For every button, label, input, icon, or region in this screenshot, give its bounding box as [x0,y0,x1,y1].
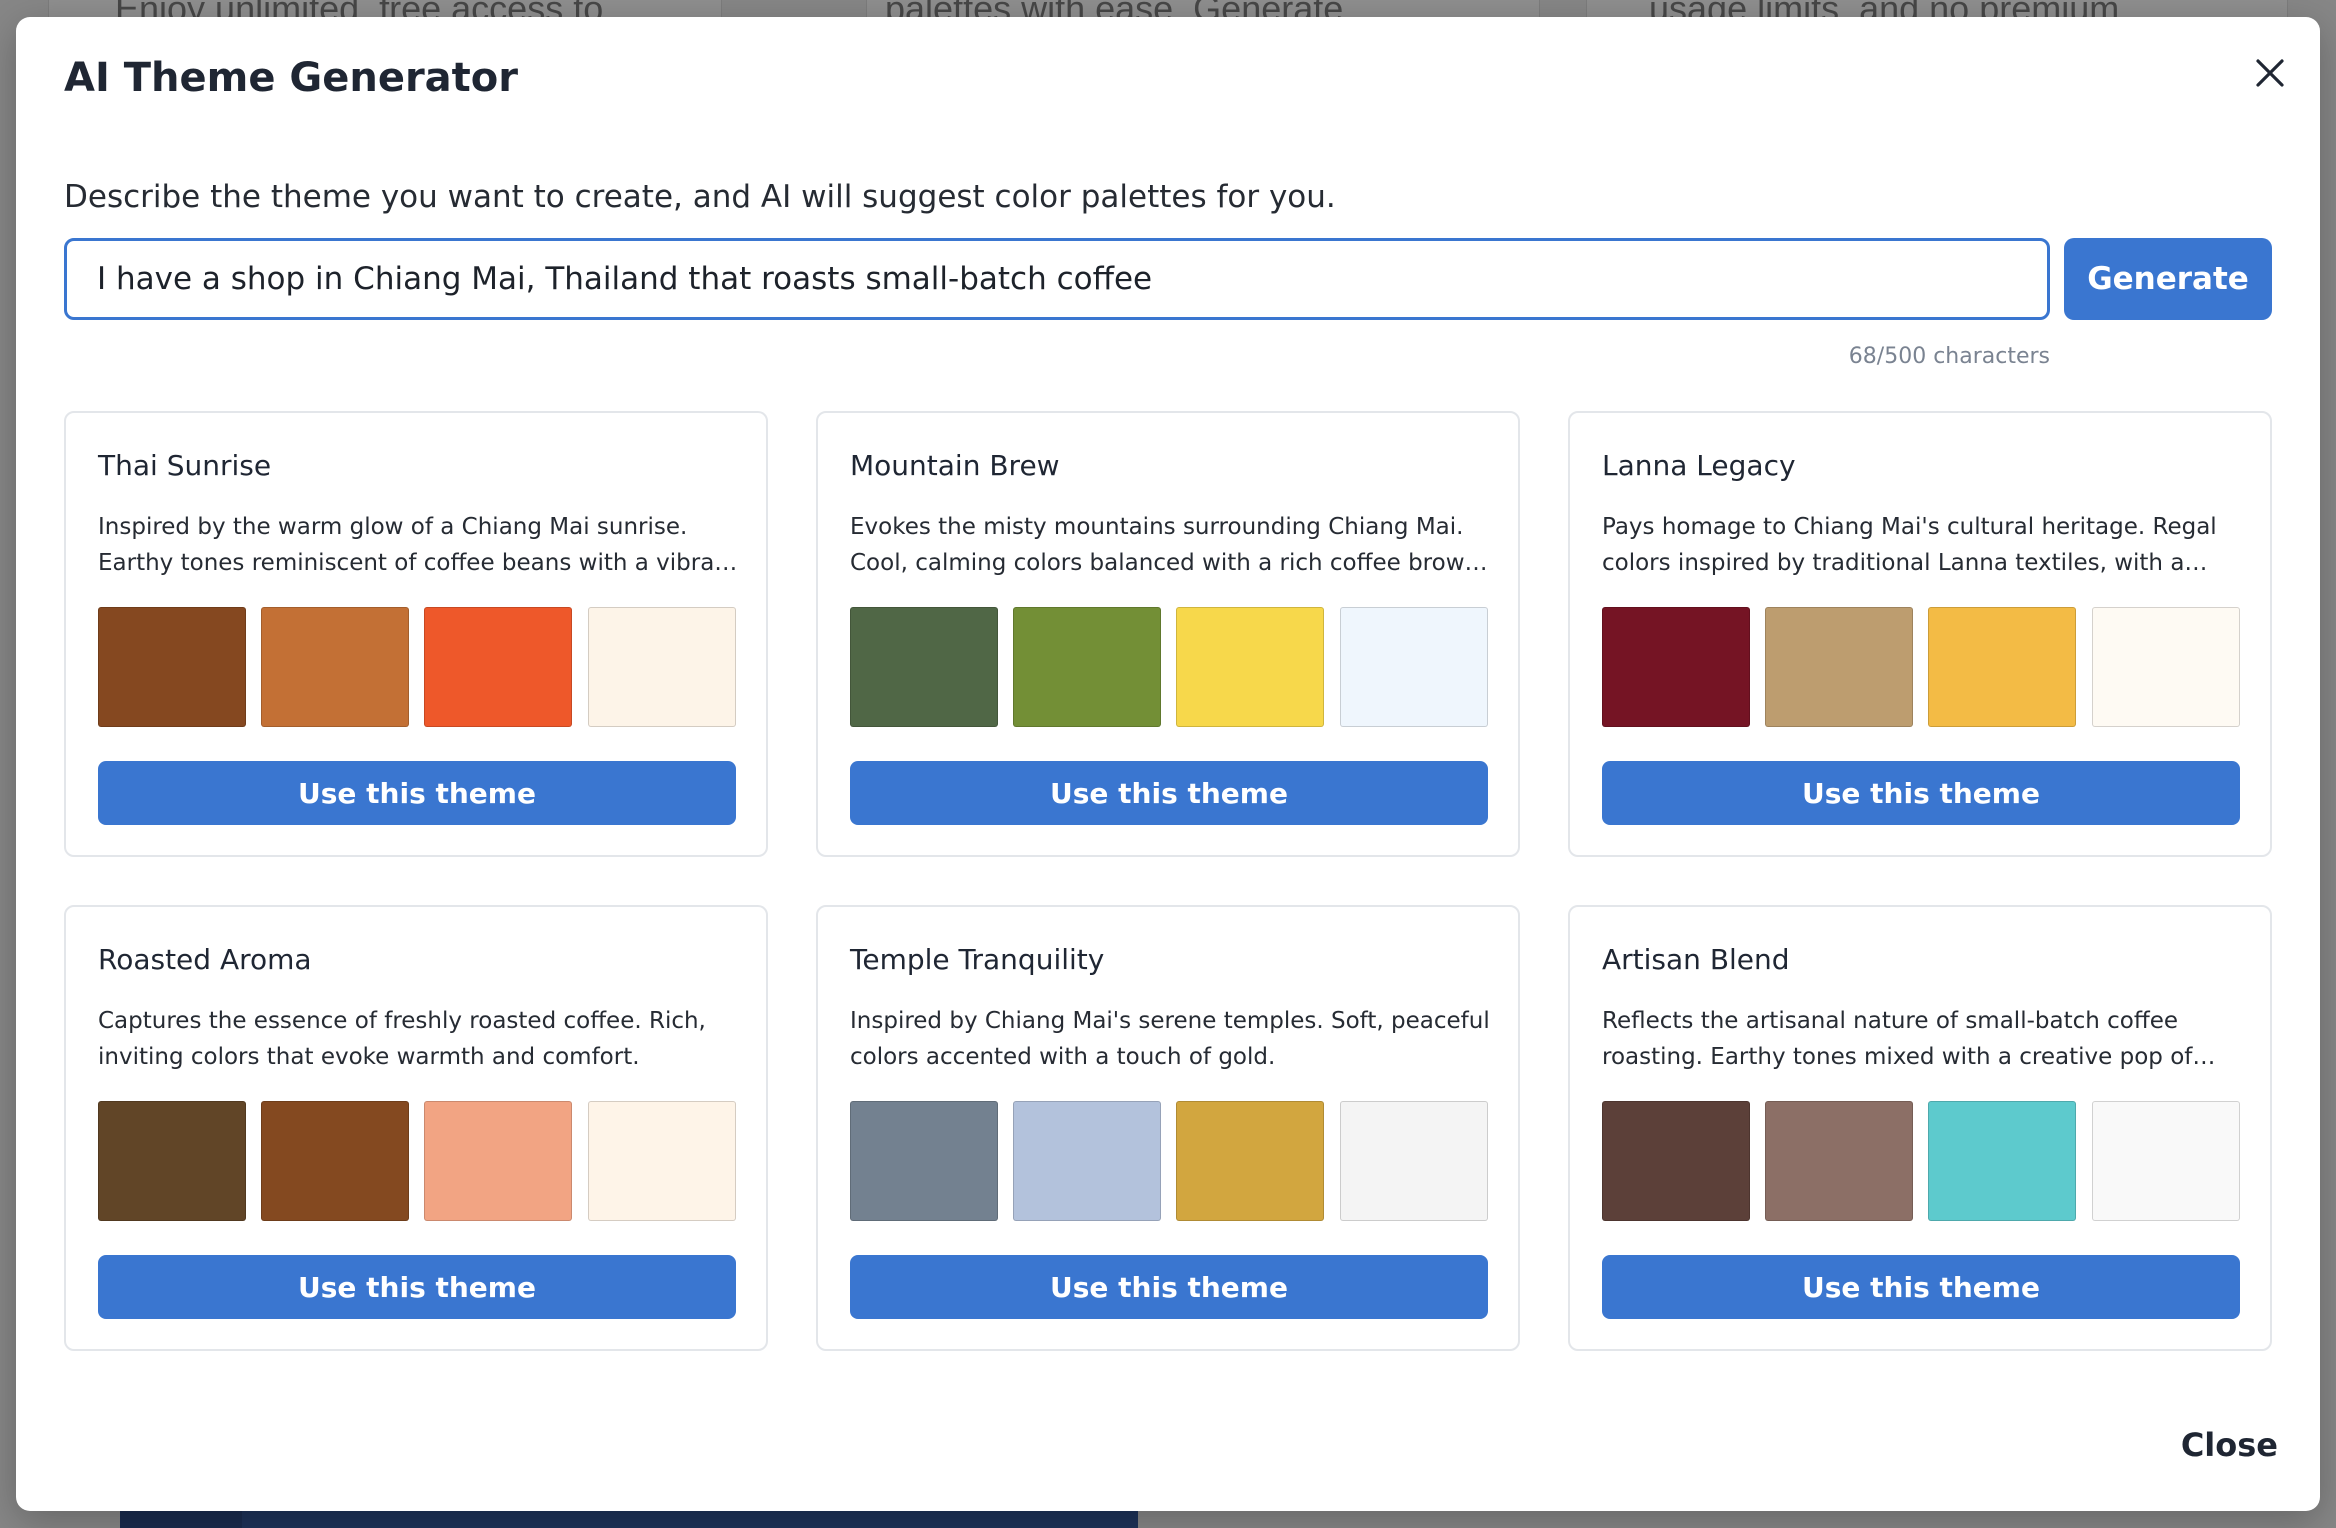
close-icon [2256,59,2284,87]
color-swatches [850,1101,1490,1223]
color-swatch [1176,1101,1324,1221]
color-swatch [2092,607,2240,727]
theme-name: Thai Sunrise [98,449,272,482]
theme-name: Mountain Brew [850,449,1060,482]
color-swatch [1013,1101,1161,1221]
color-swatch [1602,1101,1750,1221]
theme-name: Artisan Blend [1602,943,1790,976]
use-this-theme-button[interactable]: Use this theme [1602,1255,2240,1319]
theme-description: Pays homage to Chiang Mai's cultural her… [1602,514,2217,576]
generate-button[interactable]: Generate [2064,238,2272,320]
color-swatch [98,607,246,727]
theme-description: Inspired by the warm glow of a Chiang Ma… [98,514,738,576]
dialog-title: AI Theme Generator [64,55,519,101]
color-swatch [1013,607,1161,727]
ai-theme-generator-dialog: AI Theme Generator Describe the theme yo… [16,17,2320,1511]
color-swatches [850,607,1490,729]
color-swatch [588,607,736,727]
color-swatch [424,607,572,727]
theme-prompt-input[interactable] [64,238,2050,320]
theme-card: Temple Tranquility Inspired by Chiang Ma… [816,905,1520,1351]
color-swatch [1340,1101,1488,1221]
color-swatch [1340,607,1488,727]
color-swatch [424,1101,572,1221]
theme-description: Captures the essence of freshly roasted … [98,1008,706,1070]
theme-card: Roasted Aroma Captures the essence of fr… [64,905,768,1351]
use-this-theme-button[interactable]: Use this theme [850,1255,1488,1319]
color-swatch [588,1101,736,1221]
use-this-theme-button[interactable]: Use this theme [98,1255,736,1319]
color-swatch [850,1101,998,1221]
color-swatch [1928,607,2076,727]
color-swatch [850,607,998,727]
use-this-theme-button[interactable]: Use this theme [98,761,736,825]
color-swatch [1176,607,1324,727]
theme-card: Mountain Brew Evokes the misty mountains… [816,411,1520,857]
close-button[interactable]: Close [2140,1413,2290,1477]
close-dialog-button[interactable] [2246,49,2294,97]
use-this-theme-button[interactable]: Use this theme [1602,761,2240,825]
use-this-theme-button[interactable]: Use this theme [850,761,1488,825]
character-counter: 68/500 characters [1848,344,2050,369]
color-swatches [98,607,738,729]
color-swatch [261,1101,409,1221]
theme-description: Reflects the artisanal nature of small-b… [1602,1008,2193,1070]
color-swatch [1765,1101,1913,1221]
theme-name: Lanna Legacy [1602,449,1796,482]
theme-card: Artisan Blend Reflects the artisanal nat… [1568,905,2272,1351]
color-swatch [98,1101,246,1221]
color-swatch [1602,607,1750,727]
color-swatch [1928,1101,2076,1221]
color-swatch [1765,607,1913,727]
theme-card: Lanna Legacy Pays homage to Chiang Mai's… [1568,411,2272,857]
color-swatch [2092,1101,2240,1221]
color-swatch [261,607,409,727]
color-swatches [1602,1101,2242,1223]
color-swatches [98,1101,738,1223]
color-swatches [1602,607,2242,729]
theme-description: Evokes the misty mountains surrounding C… [850,514,1480,576]
theme-card: Thai Sunrise Inspired by the warm glow o… [64,411,768,857]
theme-description: Inspired by Chiang Mai's serene temples.… [850,1008,1490,1070]
theme-name: Roasted Aroma [98,943,312,976]
theme-name: Temple Tranquility [850,943,1105,976]
dialog-description: Describe the theme you want to create, a… [64,179,1336,215]
